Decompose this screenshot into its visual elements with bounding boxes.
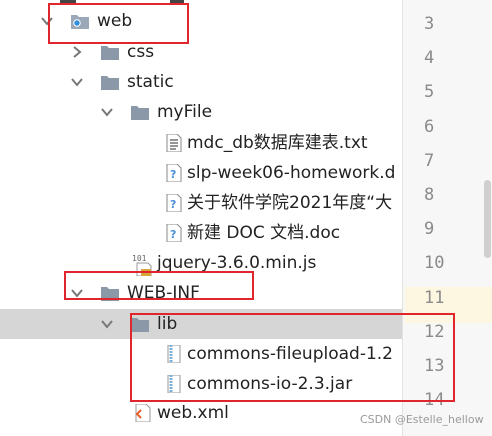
chevron-down-icon[interactable] [70, 75, 84, 89]
line-number: 4 [424, 48, 435, 69]
chevron-right-icon[interactable] [70, 45, 84, 59]
line-number: 9 [424, 219, 435, 240]
chevron-down-icon[interactable] [100, 317, 114, 331]
tree-item-label: slp-week06-homework.d [187, 163, 396, 183]
tree-item-label: mdc_db数据库建表.txt [187, 133, 368, 153]
annotation-box-web-inf [64, 271, 254, 300]
line-number: 7 [424, 150, 435, 171]
tree-item-myfile[interactable]: myFile [0, 97, 402, 127]
tree-item-new-doc[interactable]: ? 新建 DOC 文档.doc [0, 218, 402, 248]
line-number: 6 [424, 116, 435, 137]
svg-text:?: ? [170, 198, 176, 211]
tree-item-label: 关于软件学院2021年度“大 [187, 193, 393, 213]
line-number: 5 [424, 82, 435, 103]
annotation-box-lib [130, 313, 455, 402]
unknown-file-icon: ? [164, 224, 184, 242]
tree-item-label: web.xml [157, 403, 229, 423]
tree-item-report-doc[interactable]: ? 关于软件学院2021年度“大 [0, 188, 402, 218]
scrollbar-thumb[interactable] [484, 180, 491, 258]
tree-item-mdc-db-txt[interactable]: mdc_db数据库建表.txt [0, 128, 402, 158]
tree-item-slp-week06[interactable]: ? slp-week06-homework.d [0, 158, 402, 188]
xml-file-icon [132, 404, 152, 422]
line-number: 11 [424, 287, 445, 308]
tree-item-static[interactable]: static [0, 67, 402, 97]
tree-item-label: myFile [157, 102, 213, 122]
js-file-icon: 101 [132, 254, 156, 276]
tree-item-label: 新建 DOC 文档.doc [187, 223, 341, 243]
watermark: CSDN @Estelle_hellow [360, 413, 484, 426]
chevron-down-icon[interactable] [100, 105, 114, 119]
unknown-file-icon: ? [164, 194, 184, 212]
tree-item-web-xml[interactable]: web.xml [0, 398, 402, 428]
line-number: 3 [424, 14, 435, 34]
folder-icon [130, 103, 150, 121]
folder-icon [100, 43, 120, 61]
svg-text:101: 101 [132, 254, 147, 263]
tree-item-label: static [127, 72, 174, 92]
folder-icon [100, 73, 120, 91]
text-file-icon [164, 134, 184, 152]
svg-text:?: ? [170, 168, 176, 181]
line-number: 10 [424, 253, 445, 274]
line-number: 8 [424, 185, 435, 205]
unknown-file-icon: ? [164, 164, 184, 182]
svg-text:?: ? [170, 228, 176, 241]
annotation-box-web [48, 3, 189, 44]
